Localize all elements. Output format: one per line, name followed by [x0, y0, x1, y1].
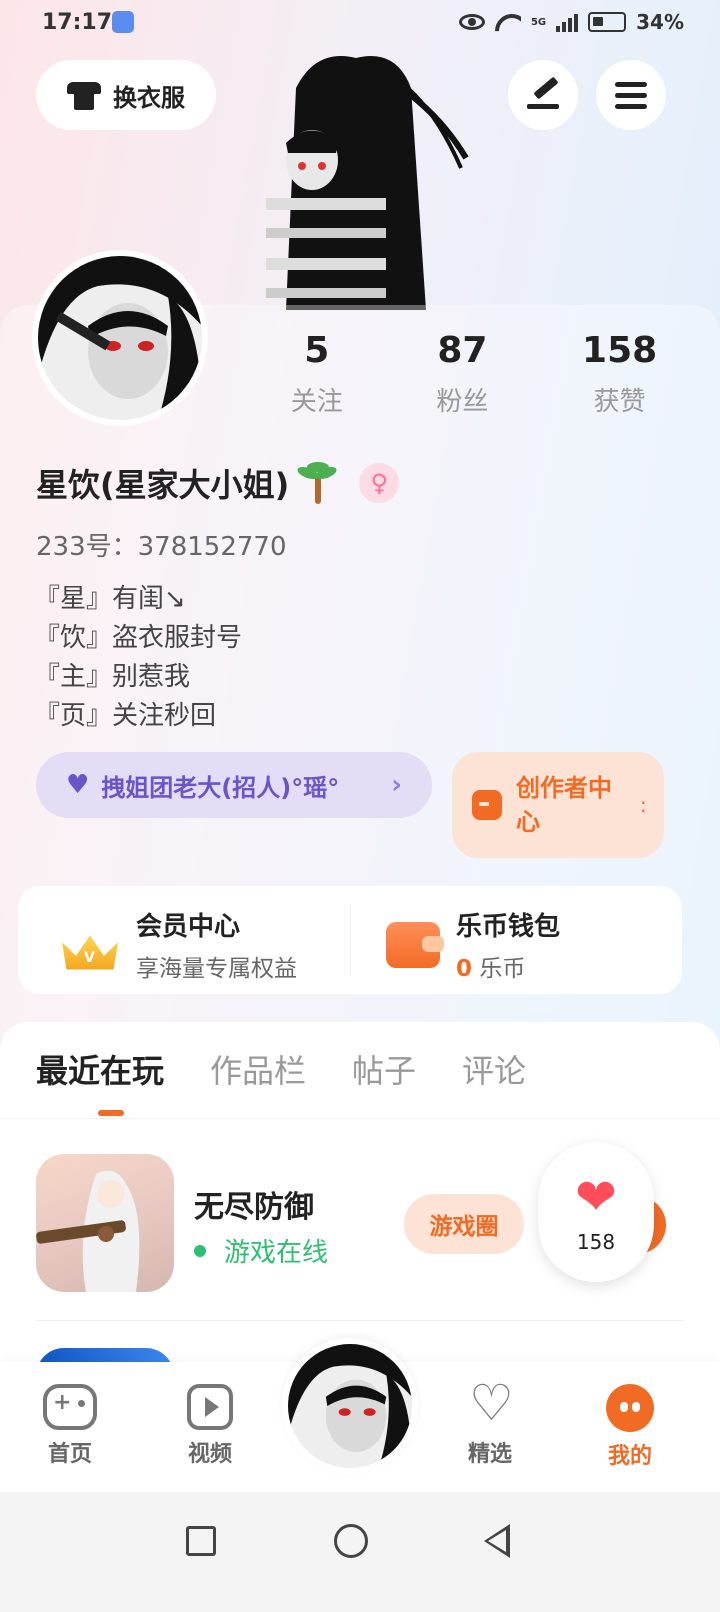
- nickname-text: 星饮(星家大小姐): [36, 466, 290, 504]
- heart-outline-icon: [463, 1374, 517, 1432]
- tab-posts[interactable]: 帖子: [352, 1046, 416, 1092]
- status-time: 17:17: [42, 10, 113, 35]
- profile-nickname: 星饮(星家大小姐) ♀: [36, 460, 400, 506]
- signal-icon: [556, 12, 579, 32]
- chevron-right-icon: ›: [391, 770, 402, 800]
- divider: [350, 904, 351, 976]
- nav-video[interactable]: 视频: [160, 1384, 260, 1468]
- change-outfit-button[interactable]: 换衣服: [36, 60, 216, 130]
- profile-avatar[interactable]: [32, 250, 208, 426]
- coin-unit: 乐币: [479, 956, 526, 982]
- game-online-status: 游戏在线: [194, 1232, 328, 1269]
- edit-profile-button[interactable]: [508, 60, 578, 130]
- nav-me[interactable]: 我的: [580, 1384, 680, 1470]
- online-dot-icon: [194, 1244, 206, 1257]
- menu-icon: [615, 81, 647, 109]
- shirt-icon: [67, 80, 101, 110]
- me-icon: [606, 1384, 654, 1432]
- user-id[interactable]: 233号：378152770: [36, 526, 287, 563]
- back-icon[interactable]: [484, 1524, 510, 1558]
- game-icon[interactable]: [36, 1154, 174, 1292]
- character-figure[interactable]: [236, 48, 476, 310]
- system-navigation-bar: [0, 1492, 720, 1612]
- benefits-card: V 会员中心 享海量专属权益 乐币钱包 0 乐币: [18, 886, 682, 994]
- guild-label: 拽姐团老大(招人)°瑶°: [101, 773, 340, 802]
- palm-tree-icon: [296, 462, 339, 504]
- network-type: 5G: [530, 16, 547, 28]
- coin-wallet-entry[interactable]: 乐币钱包 0 乐币: [386, 906, 560, 983]
- change-outfit-label: 换衣服: [113, 83, 185, 112]
- notification-app-icon: [112, 11, 134, 33]
- pen-icon: [527, 80, 559, 110]
- battery-level: 34%: [636, 10, 684, 34]
- game-circle-button[interactable]: 游戏圈: [404, 1194, 524, 1254]
- tab-recent-played[interactable]: 最近在玩: [36, 1046, 164, 1092]
- divider: [36, 1320, 684, 1321]
- stat-value: 158: [582, 330, 658, 371]
- battery-icon: [588, 12, 627, 32]
- tab-works[interactable]: 作品栏: [210, 1046, 306, 1092]
- floating-like-button[interactable]: ❤ 158: [538, 1142, 654, 1282]
- active-tab-indicator: [98, 1110, 124, 1116]
- crown-icon: V: [60, 920, 120, 970]
- stat-value: 87: [437, 330, 488, 371]
- center-avatar-button[interactable]: [282, 1338, 418, 1474]
- nav-label: 视频: [187, 1442, 232, 1467]
- recent-apps-icon[interactable]: [186, 1526, 216, 1556]
- stat-label: 获赞: [593, 387, 646, 417]
- game-name: 无尽防御: [194, 1190, 314, 1225]
- status-bar: 17:17 5G 34%: [0, 0, 720, 48]
- creator-center-label: 创作者中心: [516, 774, 612, 836]
- coin-balance: 0: [456, 956, 473, 982]
- bio-line: 『页』关注秒回: [34, 701, 217, 731]
- game-thumbnail: [36, 1170, 140, 1292]
- gamepad-icon: [43, 1384, 97, 1430]
- bio-line: 『星』有闺↘: [34, 584, 186, 614]
- nav-home[interactable]: 首页: [20, 1384, 120, 1468]
- profile-stats: 5 关注 87 粉丝 158 获赞: [244, 330, 704, 418]
- guild-heart-icon: ♥: [66, 770, 90, 800]
- play-icon: [187, 1384, 233, 1430]
- menu-button[interactable]: [596, 60, 666, 130]
- guild-button[interactable]: ♥ 拽姐团老大(招人)°瑶° ›: [36, 752, 432, 818]
- stat-likes[interactable]: 158 获赞: [582, 330, 657, 418]
- bio-line: 『主』别惹我: [34, 662, 191, 692]
- vip-center-title: 会员中心: [136, 912, 241, 942]
- wifi-icon: [495, 12, 521, 32]
- female-gender-icon: ♀: [359, 463, 400, 503]
- more-dots-icon: :: [640, 793, 647, 817]
- gamepad-icon: [472, 790, 502, 820]
- nav-featured[interactable]: 精选: [440, 1374, 540, 1468]
- profile-tabs: 最近在玩 作品栏 帖子 评论: [36, 1046, 526, 1092]
- stat-label: 关注: [290, 387, 343, 417]
- nav-label: 首页: [47, 1442, 92, 1467]
- game-status-text: 游戏在线: [224, 1238, 329, 1268]
- bio-line: 『饮』盗衣服封号: [34, 623, 243, 653]
- avatar-image: [38, 256, 202, 420]
- wallet-icon: [386, 921, 444, 968]
- creator-center-button[interactable]: 创作者中心 :: [452, 752, 664, 858]
- eye-icon: [458, 14, 485, 30]
- stat-label: 粉丝: [436, 387, 489, 417]
- coin-wallet-title: 乐币钱包: [456, 912, 561, 942]
- tab-comments[interactable]: 评论: [462, 1046, 526, 1092]
- stat-value: 5: [304, 330, 330, 371]
- nav-label: 精选: [467, 1442, 512, 1467]
- like-count: 158: [576, 1230, 616, 1254]
- avatar-image: [288, 1344, 412, 1468]
- home-icon[interactable]: [334, 1524, 368, 1558]
- divider: [0, 1118, 720, 1119]
- heart-icon: ❤: [575, 1168, 617, 1226]
- vip-center-entry[interactable]: V 会员中心 享海量专属权益: [60, 906, 297, 983]
- nav-label: 我的: [607, 1444, 652, 1469]
- profile-bio: 『星』有闺↘ 『饮』盗衣服封号 『主』别惹我 『页』关注秒回: [34, 580, 242, 736]
- vip-center-subtitle: 享海量专属权益: [136, 956, 297, 982]
- stat-followers[interactable]: 87 粉丝: [436, 330, 488, 418]
- stat-following[interactable]: 5 关注: [291, 330, 343, 418]
